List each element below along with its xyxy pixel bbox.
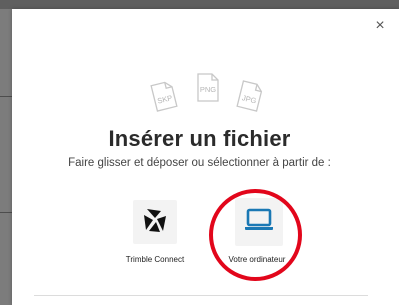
bottom-divider	[34, 295, 368, 296]
close-button[interactable]: ×	[371, 17, 389, 35]
backdrop-top	[0, 0, 399, 9]
trimble-connect-label: Trimble Connect	[125, 255, 185, 264]
trimble-connect-tile[interactable]	[133, 200, 177, 244]
dialog-subtitle: Faire glisser et déposer ou sélectionner…	[68, 157, 331, 169]
your-computer-label: Votre ordinateur	[228, 255, 286, 264]
trimble-connect-icon	[141, 206, 169, 239]
file-type-icons: SKP PNG JPG	[146, 73, 270, 113]
backdrop-divider	[0, 212, 12, 213]
png-file-icon: PNG	[190, 70, 226, 106]
skp-file-icon: SKP	[146, 78, 182, 114]
jpg-file-icon: JPG	[232, 78, 268, 114]
backdrop-divider	[0, 96, 12, 97]
trimble-connect-option[interactable]: Trimble Connect	[112, 200, 198, 270]
your-computer-option[interactable]: Votre ordinateur	[210, 198, 296, 270]
dialog-title: Insérer un fichier	[108, 126, 291, 151]
laptop-icon	[243, 206, 275, 239]
your-computer-tile[interactable]	[235, 198, 283, 246]
png-file-label: PNG	[200, 85, 216, 94]
